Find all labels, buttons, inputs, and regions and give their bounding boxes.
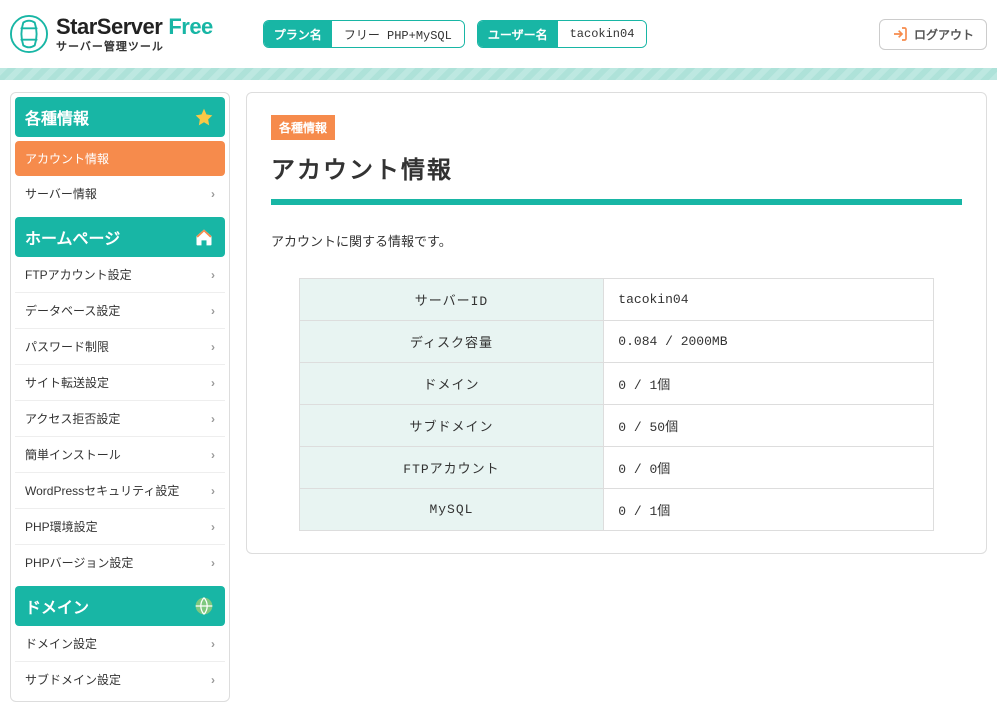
sidebar-item-label: PHP環境設定 bbox=[25, 518, 98, 535]
sidebar-item-label: サイト転送設定 bbox=[25, 374, 109, 391]
sidebar-item-label: FTPアカウント設定 bbox=[25, 266, 132, 283]
header-stripe bbox=[0, 68, 997, 80]
sidebar-item[interactable]: ドメイン設定 › bbox=[15, 626, 225, 662]
chevron-right-icon: › bbox=[211, 304, 215, 318]
header-pills: プラン名 フリー PHP+MySQL ユーザー名 tacokin04 bbox=[263, 20, 648, 48]
chevron-right-icon: › bbox=[211, 187, 215, 201]
row-value: 0 / 50個 bbox=[604, 405, 934, 447]
user-pill: ユーザー名 tacokin04 bbox=[477, 20, 648, 48]
sidebar-item[interactable]: アカウント情報› bbox=[15, 141, 225, 176]
chevron-right-icon: › bbox=[211, 340, 215, 354]
row-value: 0.084 / 2000MB bbox=[604, 321, 934, 363]
sidebar-item[interactable]: PHPバージョン設定 › bbox=[15, 545, 225, 580]
row-key: FTPアカウント bbox=[299, 447, 604, 489]
page-title: アカウント情報 bbox=[271, 150, 962, 185]
star-icon bbox=[193, 106, 215, 128]
table-row: ディスク容量0.084 / 2000MB bbox=[299, 321, 934, 363]
sidebar-item-label: PHPバージョン設定 bbox=[25, 554, 133, 571]
table-row: サブドメイン0 / 50個 bbox=[299, 405, 934, 447]
chevron-right-icon: › bbox=[211, 268, 215, 282]
plan-value: フリー PHP+MySQL bbox=[332, 21, 464, 47]
logout-button[interactable]: ログアウト bbox=[879, 19, 987, 50]
sidebar-item[interactable]: データベース設定 › bbox=[15, 293, 225, 329]
category-badge: 各種情報 bbox=[271, 115, 335, 140]
chevron-right-icon: › bbox=[211, 448, 215, 462]
chevron-right-icon: › bbox=[211, 376, 215, 390]
account-info-table: サーバーIDtacokin04ディスク容量0.084 / 2000MBドメイン0… bbox=[299, 278, 935, 531]
table-row: MySQL0 / 1個 bbox=[299, 489, 934, 531]
sidebar-item[interactable]: 簡単インストール › bbox=[15, 437, 225, 473]
sidebar-section-info: 各種情報 bbox=[15, 97, 225, 137]
sidebar-item-label: ドメイン設定 bbox=[25, 635, 97, 652]
plan-label: プラン名 bbox=[264, 21, 332, 47]
sidebar-item-label: 簡単インストール bbox=[25, 446, 121, 463]
row-key: ディスク容量 bbox=[299, 321, 604, 363]
user-value: tacokin04 bbox=[558, 21, 647, 47]
chevron-right-icon: › bbox=[211, 673, 215, 687]
row-value: 0 / 1個 bbox=[604, 363, 934, 405]
sidebar-item-label: サブドメイン設定 bbox=[25, 671, 121, 688]
chevron-right-icon: › bbox=[211, 484, 215, 498]
section-title: ドメイン bbox=[25, 594, 89, 618]
sidebar-item[interactable]: FTPアカウント設定 › bbox=[15, 257, 225, 293]
table-row: サーバーIDtacokin04 bbox=[299, 279, 934, 321]
house-icon bbox=[193, 226, 215, 248]
brand-suffix: Free bbox=[168, 16, 212, 38]
sidebar-item-label: WordPressセキュリティ設定 bbox=[25, 482, 179, 499]
table-row: FTPアカウント0 / 0個 bbox=[299, 447, 934, 489]
sidebar-item[interactable]: WordPressセキュリティ設定 › bbox=[15, 473, 225, 509]
title-underline bbox=[271, 199, 962, 205]
sidebar-item-label: パスワード制限 bbox=[25, 338, 109, 355]
plan-pill: プラン名 フリー PHP+MySQL bbox=[263, 20, 465, 48]
sidebar-section-domain: ドメイン bbox=[15, 586, 225, 626]
table-row: ドメイン0 / 1個 bbox=[299, 363, 934, 405]
brand-subtitle: サーバー管理ツール bbox=[56, 42, 213, 53]
chevron-right-icon: › bbox=[211, 556, 215, 570]
section-title: ホームページ bbox=[25, 225, 120, 249]
row-value: 0 / 0個 bbox=[604, 447, 934, 489]
sidebar: 各種情報 アカウント情報›サーバー情報› ホームページ FTPアカウント設定›デ… bbox=[10, 92, 230, 702]
sidebar-item-label: アクセス拒否設定 bbox=[25, 410, 120, 427]
row-value: tacokin04 bbox=[604, 279, 934, 321]
sidebar-item[interactable]: PHP環境設定 › bbox=[15, 509, 225, 545]
user-label: ユーザー名 bbox=[478, 21, 558, 47]
chevron-right-icon: › bbox=[211, 637, 215, 651]
logo-mark-icon bbox=[10, 15, 48, 53]
sidebar-item[interactable]: サブドメイン設定 › bbox=[15, 662, 225, 697]
sidebar-item-label: データベース設定 bbox=[25, 302, 120, 319]
main-content: 各種情報 アカウント情報 アカウントに関する情報です。 サーバーIDtacoki… bbox=[246, 92, 987, 554]
row-key: MySQL bbox=[299, 489, 604, 531]
globe-icon bbox=[193, 595, 215, 617]
section-title: 各種情報 bbox=[25, 105, 89, 129]
chevron-right-icon: › bbox=[211, 520, 215, 534]
sidebar-section-homepage: ホームページ bbox=[15, 217, 225, 257]
sidebar-item-label: サーバー情報 bbox=[25, 185, 97, 202]
brand-name: StarServer bbox=[56, 16, 162, 38]
row-key: サーバーID bbox=[299, 279, 604, 321]
sidebar-item-label: アカウント情報 bbox=[25, 150, 109, 167]
row-key: ドメイン bbox=[299, 363, 604, 405]
sidebar-item[interactable]: パスワード制限 › bbox=[15, 329, 225, 365]
chevron-right-icon: › bbox=[211, 412, 215, 426]
sidebar-item[interactable]: サイト転送設定 › bbox=[15, 365, 225, 401]
row-key: サブドメイン bbox=[299, 405, 604, 447]
logout-label: ログアウト bbox=[914, 26, 974, 43]
header: StarServer Free サーバー管理ツール プラン名 フリー PHP+M… bbox=[0, 0, 997, 68]
logout-icon bbox=[892, 26, 908, 42]
page-description: アカウントに関する情報です。 bbox=[271, 231, 962, 250]
sidebar-item[interactable]: アクセス拒否設定 › bbox=[15, 401, 225, 437]
row-value: 0 / 1個 bbox=[604, 489, 934, 531]
logo[interactable]: StarServer Free サーバー管理ツール bbox=[10, 15, 213, 53]
sidebar-item[interactable]: サーバー情報 › bbox=[15, 176, 225, 211]
